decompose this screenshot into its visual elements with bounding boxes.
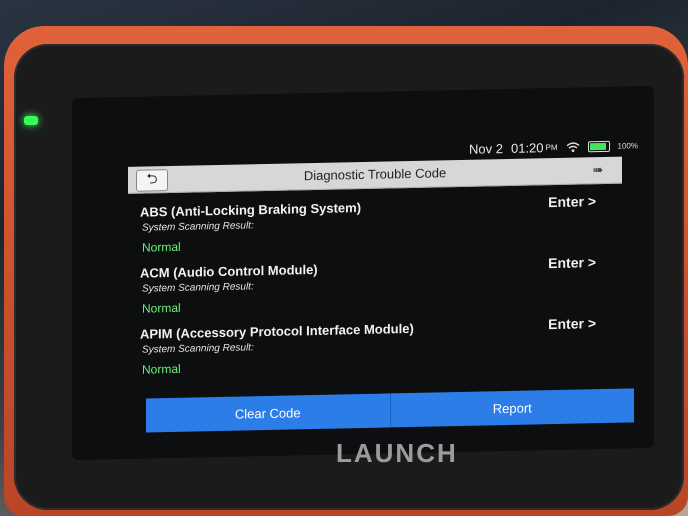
scan-result-label: System Scanning Result: xyxy=(142,220,254,234)
exit-button[interactable]: ➠ xyxy=(584,160,612,181)
scan-result-status: Normal xyxy=(142,239,181,255)
report-button[interactable]: Report xyxy=(390,388,634,428)
scan-result-label: System Scanning Result: xyxy=(142,342,254,356)
status-bar: Nov 2 01:20 PM 100% xyxy=(469,136,638,158)
battery-percent: 100% xyxy=(617,140,638,151)
launch-logo: LAUNCH xyxy=(336,438,458,468)
wifi-icon xyxy=(566,141,579,152)
status-ampm: PM xyxy=(545,142,558,152)
clear-code-button[interactable]: Clear Code xyxy=(146,393,391,433)
module-item-abs[interactable]: ABS (Anti-Locking Braking System) System… xyxy=(136,191,616,262)
enter-button-abs[interactable]: Enter > xyxy=(548,193,596,210)
exit-icon: ➠ xyxy=(592,161,604,178)
device-screen: Nov 2 01:20 PM 100% ⮌ Diagnostic Trouble… xyxy=(72,85,654,461)
enter-button-acm[interactable]: Enter > xyxy=(548,254,596,271)
module-item-apim[interactable]: APIM (Accessory Protocol Interface Modul… xyxy=(136,313,616,384)
power-led-indicator xyxy=(24,116,38,125)
scan-result-status: Normal xyxy=(142,300,181,316)
title-bar: ⮌ Diagnostic Trouble Code ➠ xyxy=(128,156,622,194)
battery-icon xyxy=(587,140,610,152)
module-list: ABS (Anti-Locking Braking System) System… xyxy=(136,191,616,384)
page-title: Diagnostic Trouble Code xyxy=(303,165,447,184)
action-bar: Clear Code Report xyxy=(146,388,634,433)
enter-button-apim[interactable]: Enter > xyxy=(548,315,596,332)
scan-result-label: System Scanning Result: xyxy=(142,281,254,295)
scan-result-status: Normal xyxy=(142,361,181,377)
status-date: Nov 2 xyxy=(469,140,503,157)
module-name: ACM (Audio Control Module) xyxy=(140,261,318,281)
module-name: APIM (Accessory Protocol Interface Modul… xyxy=(140,320,414,342)
module-item-acm[interactable]: ACM (Audio Control Module) System Scanni… xyxy=(136,252,616,323)
status-time: 01:20 xyxy=(510,139,544,156)
module-name: ABS (Anti-Locking Braking System) xyxy=(140,200,362,220)
